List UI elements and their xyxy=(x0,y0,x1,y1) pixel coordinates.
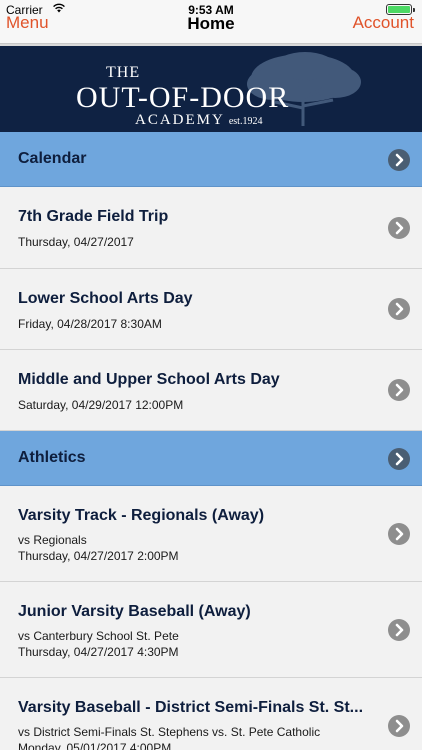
battery-level xyxy=(388,6,410,13)
chevron-right-icon xyxy=(388,149,410,171)
event-date: Thursday, 04/27/2017 xyxy=(18,235,134,249)
account-button[interactable]: Account xyxy=(353,13,414,33)
game-title: Junior Varsity Baseball (Away) xyxy=(18,603,251,620)
game-date: Thursday, 04/27/2017 4:30PM xyxy=(18,645,179,659)
calendar-list-item[interactable]: 7th Grade Field Trip Thursday, 04/27/201… xyxy=(0,187,422,269)
school-banner: THE OUT-OF-DOOR ACADEMY est.1924 xyxy=(0,44,422,132)
calendar-section-header[interactable]: Calendar xyxy=(0,132,422,187)
chevron-right-icon xyxy=(388,379,410,401)
event-date: Friday, 04/28/2017 8:30AM xyxy=(18,317,162,331)
chevron-right-icon xyxy=(388,715,410,737)
chevron-right-icon xyxy=(388,619,410,641)
game-title: Varsity Baseball - District Semi-Finals … xyxy=(18,699,364,716)
athletics-section-header[interactable]: Athletics xyxy=(0,431,422,486)
school-logo: THE OUT-OF-DOOR ACADEMY est.1924 xyxy=(76,64,290,128)
calendar-section-title: Calendar xyxy=(18,150,87,167)
game-date: Monday, 05/01/2017 4:00PM xyxy=(18,741,172,750)
game-opponent: vs Regionals xyxy=(18,533,87,547)
calendar-list-item[interactable]: Middle and Upper School Arts Day Saturda… xyxy=(0,350,422,431)
event-title: Lower School Arts Day xyxy=(18,290,193,307)
game-date: Thursday, 04/27/2017 2:00PM xyxy=(18,549,179,563)
chevron-right-icon xyxy=(388,448,410,470)
chevron-right-icon xyxy=(388,523,410,545)
athletics-list-item[interactable]: Junior Varsity Baseball (Away) vs Canter… xyxy=(0,582,422,678)
chevron-right-icon xyxy=(388,298,410,320)
game-title: Varsity Track - Regionals (Away) xyxy=(18,507,265,524)
calendar-list-item[interactable]: Lower School Arts Day Friday, 04/28/2017… xyxy=(0,269,422,350)
event-date: Saturday, 04/29/2017 12:00PM xyxy=(18,398,184,412)
chevron-right-icon xyxy=(388,217,410,239)
athletics-section-title: Athletics xyxy=(18,449,86,466)
game-opponent: vs District Semi-Finals St. Stephens vs.… xyxy=(18,725,321,739)
event-title: Middle and Upper School Arts Day xyxy=(18,371,280,388)
athletics-list-item[interactable]: Varsity Track - Regionals (Away) vs Regi… xyxy=(0,486,422,582)
event-title: 7th Grade Field Trip xyxy=(18,208,169,225)
game-opponent: vs Canterbury School St. Pete xyxy=(18,629,179,643)
athletics-list-item[interactable]: Varsity Baseball - District Semi-Finals … xyxy=(0,678,422,750)
navigation-bar: Carrier 9:53 AM Menu Home Account xyxy=(0,0,422,44)
